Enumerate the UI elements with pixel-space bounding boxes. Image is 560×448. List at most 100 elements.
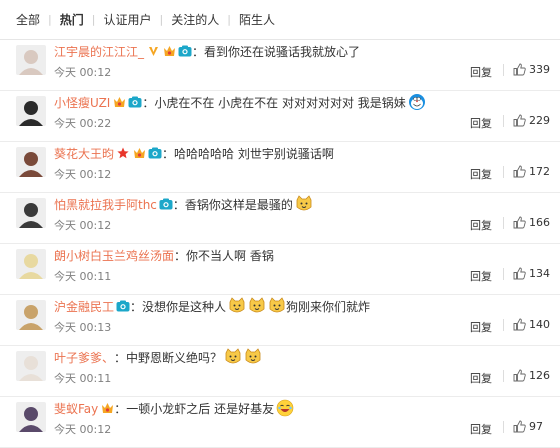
like-count: 339 — [529, 63, 550, 76]
comment-row: 叶子爹爹、 ：中野恩断义绝吗？ 今天 00:11 回复 126 — [0, 346, 560, 397]
comment-filter-tabs: 全部 | 热门 | 认证用户 | 关注的人 | 陌生人 — [0, 0, 560, 40]
reply-button[interactable]: 回复 — [470, 319, 492, 335]
comment-line: 怕黑就拉我手阿thc ：香锅你这样是最骚的 — [54, 195, 552, 213]
comment-text: ：小虎在不在 小虎在不在 对对对对对对 我是锅妹 — [142, 95, 406, 110]
action-divider — [503, 370, 504, 382]
like-button[interactable]: 140 — [513, 318, 550, 331]
reply-button[interactable]: 回复 — [470, 64, 492, 80]
avatar[interactable] — [16, 249, 46, 279]
comment-line: 小怪瘦UZI ：小虎在不在 小虎在不在 对对对对对对 我是锅妹 — [54, 93, 552, 111]
comment-row: 小怪瘦UZI ：小虎在不在 小虎在不在 对对对对对对 我是锅妹今天 00:22 回复… — [0, 91, 560, 142]
comment-line: 叶子爹爹、 ：中野恩断义绝吗？ — [54, 348, 552, 366]
avatar[interactable] — [16, 351, 46, 381]
comment-time: 今天 00:12 — [54, 168, 112, 181]
comment-time: 今天 00:11 — [54, 372, 112, 385]
reply-button[interactable]: 回复 — [470, 421, 492, 437]
avatar[interactable] — [16, 96, 46, 126]
vip-badge — [132, 147, 146, 159]
thumbs-up-icon — [513, 216, 526, 229]
cat-emoji — [248, 297, 266, 315]
username-link[interactable]: 叶子爹爹、 — [54, 349, 114, 366]
comment-row: 沪金融民工 ：没想你是这种人 狗刚来你们就炸 今天 00:13 回复 140 — [0, 295, 560, 346]
avatar[interactable] — [16, 300, 46, 330]
like-button[interactable]: 126 — [513, 369, 550, 382]
comment-row: 葵花大王昀 ：哈哈哈哈哈 刘世宇别说骚话啊 今天 00:12 回复 172 — [0, 142, 560, 193]
comment-list: 江宇晨的江江江_ ：看到你还在说骚话我就放心了今天 00:12 回复 339 小怪瘦UZ… — [0, 40, 560, 448]
reply-button[interactable]: 回复 — [470, 268, 492, 284]
like-count: 172 — [529, 165, 550, 178]
action-divider — [503, 64, 504, 76]
username-link[interactable]: 沪金融民工 — [54, 298, 114, 315]
reply-button[interactable]: 回复 — [470, 217, 492, 233]
tab-separator: | — [227, 13, 231, 26]
star-badge — [116, 147, 130, 159]
comment-time: 今天 00:12 — [54, 219, 112, 232]
comment-line: 江宇晨的江江江_ ：看到你还在说骚话我就放心了 — [54, 42, 552, 60]
action-divider — [503, 115, 504, 127]
v-badge — [146, 45, 160, 57]
action-divider — [503, 268, 504, 280]
avatar[interactable] — [16, 147, 46, 177]
camera-badge — [116, 300, 130, 312]
like-button[interactable]: 339 — [513, 63, 550, 76]
comment-time: 今天 00:22 — [54, 117, 112, 130]
like-count: 229 — [529, 114, 550, 127]
comment-row: 朗小树白玉兰鸡丝汤面 ：你不当人啊 香锅 今天 00:11 回复 134 — [0, 244, 560, 295]
username-link[interactable]: 朗小树白玉兰鸡丝汤面 — [54, 247, 174, 264]
comment-text: ：中野恩断义绝吗？ — [114, 350, 223, 365]
cat-emoji — [244, 348, 262, 366]
thumbs-up-icon — [513, 114, 526, 127]
reply-button[interactable]: 回复 — [470, 166, 492, 182]
username-link[interactable]: 葵花大王昀 — [54, 145, 114, 162]
action-divider — [503, 166, 504, 178]
tab-all[interactable]: 全部 — [16, 11, 40, 28]
like-button[interactable]: 166 — [513, 216, 550, 229]
comment-text: ：没想你是这种人 — [130, 299, 227, 314]
reply-button[interactable]: 回复 — [470, 370, 492, 386]
tab-hot[interactable]: 热门 — [60, 11, 84, 28]
comment-time: 今天 00:12 — [54, 66, 112, 79]
avatar[interactable] — [16, 198, 46, 228]
avatar[interactable] — [16, 45, 46, 75]
camera-badge — [128, 96, 142, 108]
cat-emoji — [224, 348, 242, 366]
tab-verified-users[interactable]: 认证用户 — [103, 11, 151, 28]
thumbs-up-icon — [513, 420, 526, 433]
vip-badge — [112, 96, 126, 108]
tab-strangers[interactable]: 陌生人 — [239, 11, 275, 28]
username-link[interactable]: 怕黑就拉我手阿thc — [54, 196, 157, 213]
action-divider — [503, 319, 504, 331]
thumbs-up-icon — [513, 369, 526, 382]
like-button[interactable]: 172 — [513, 165, 550, 178]
comment-row: 斐蚁Fay ：一顿小龙虾之后 还是好基友 今天 00:12 回复 97 — [0, 397, 560, 448]
tab-separator: | — [159, 13, 164, 26]
action-divider — [503, 421, 504, 433]
username-link[interactable]: 小怪瘦UZI — [54, 94, 110, 111]
tab-separator: | — [91, 13, 96, 26]
comment-text-after: 狗刚来你们就炸 — [286, 299, 371, 314]
avatar[interactable] — [16, 402, 46, 432]
tab-separator: | — [48, 13, 52, 26]
thumbs-up-icon — [513, 267, 526, 280]
tab-following[interactable]: 关注的人 — [171, 11, 219, 28]
action-divider — [503, 217, 504, 229]
comment-text: ：你不当人啊 香锅 — [174, 248, 274, 263]
camera-badge — [159, 198, 173, 210]
username-link[interactable]: 斐蚁Fay — [54, 400, 98, 417]
doraemon-emoji — [408, 93, 426, 111]
comment-row: 江宇晨的江江江_ ：看到你还在说骚话我就放心了今天 00:12 回复 339 — [0, 40, 560, 91]
reply-button[interactable]: 回复 — [470, 115, 492, 131]
username-link[interactable]: 江宇晨的江江江_ — [54, 43, 144, 60]
like-button[interactable]: 229 — [513, 114, 550, 127]
comment-line: 斐蚁Fay ：一顿小龙虾之后 还是好基友 — [54, 399, 552, 417]
thumbs-up-icon — [513, 63, 526, 76]
vip-badge — [162, 45, 176, 57]
like-count: 97 — [529, 420, 543, 433]
like-button[interactable]: 97 — [513, 420, 543, 433]
like-button[interactable]: 134 — [513, 267, 550, 280]
cat-emoji — [268, 297, 286, 315]
comment-text: ：一顿小龙虾之后 还是好基友 — [114, 401, 275, 416]
like-count: 166 — [529, 216, 550, 229]
comment-row: 怕黑就拉我手阿thc ：香锅你这样是最骚的今天 00:12 回复 166 — [0, 193, 560, 244]
cat-emoji — [228, 297, 246, 315]
